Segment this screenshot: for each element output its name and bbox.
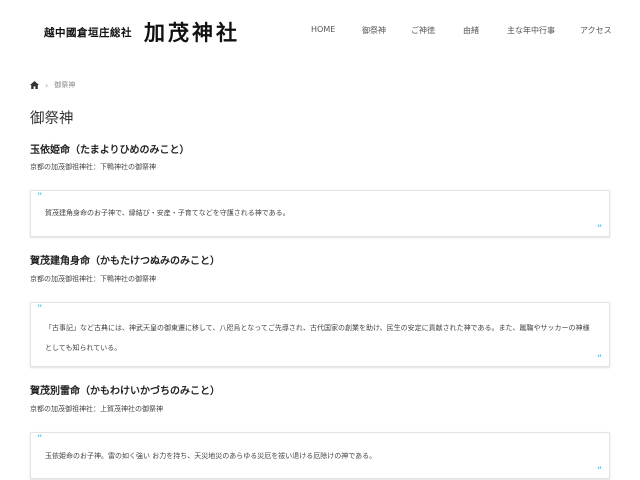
open-quote-icon: ” [37, 192, 43, 203]
deity-quote-box: ” 「古事記」など古典には、神武天皇の御東遷に移して、八咫烏となってご先導され、… [30, 302, 610, 367]
main-nav: HOME 御祭神 ご神徳 由緒 主な年中行事 アクセス [0, 25, 640, 39]
nav-yuisho[interactable]: 由緒 [463, 25, 479, 36]
deity-shrine: 京都の加茂御祖神社：上賀茂神社の御祭神 [30, 405, 163, 413]
nav-saijin[interactable]: 御祭神 [362, 25, 386, 36]
nav-events[interactable]: 主な年中行事 [507, 25, 555, 36]
deity-name: 賀茂別雷命（かもわけいかづちのみこと） [30, 386, 220, 397]
deity-shrine: 京都の加茂御祖神社：下鴨神社の御祭神 [30, 163, 156, 171]
deity-shrine: 京都の加茂御祖神社：下鴨神社の御祭神 [30, 275, 156, 283]
close-quote-icon: ” [596, 224, 602, 235]
deity-quote-box: ” 賀茂建角身命のお子神で、縁結び・安産・子育てなどを守護される神である。 ” [30, 190, 610, 237]
home-icon[interactable] [30, 81, 39, 89]
deity-quote-text: 賀茂建角身命のお子神で、縁結び・安産・子育てなどを守護される神である。 [45, 209, 290, 217]
page-title: 御祭神 [30, 111, 74, 127]
deity-name: 玉依姫命（たまよりひめのみこと） [30, 145, 190, 156]
deity-name: 賀茂建角身命（かもたけつぬみのみこと） [30, 256, 220, 267]
deity-quote-text: 「古事記」など古典には、神武天皇の御東遷に移して、八咫烏となってご先導され、古代… [45, 324, 590, 352]
deity-quote-text: 玉依姫命のお子神。雷の如く強い お力を持ち、天災地災のあらゆる災厄を祓い退ける厄… [45, 452, 377, 460]
breadcrumb: › 御祭神 [30, 80, 75, 90]
open-quote-icon: ” [37, 434, 43, 445]
nav-goshintoku[interactable]: ご神徳 [411, 25, 435, 36]
breadcrumb-current: 御祭神 [54, 81, 76, 89]
close-quote-icon: ” [596, 354, 602, 365]
nav-access[interactable]: アクセス [580, 25, 612, 36]
nav-home[interactable]: HOME [311, 25, 335, 34]
open-quote-icon: ” [37, 304, 43, 315]
breadcrumb-separator: › [45, 80, 49, 90]
site-header: 越中國倉垣庄総社 加茂神社 HOME 御祭神 ご神徳 由緒 主な年中行事 アクセ… [0, 0, 640, 64]
deity-quote-box: ” 玉依姫命のお子神。雷の如く強い お力を持ち、天災地災のあらゆる災厄を祓い退け… [30, 432, 610, 479]
close-quote-icon: ” [596, 466, 602, 477]
